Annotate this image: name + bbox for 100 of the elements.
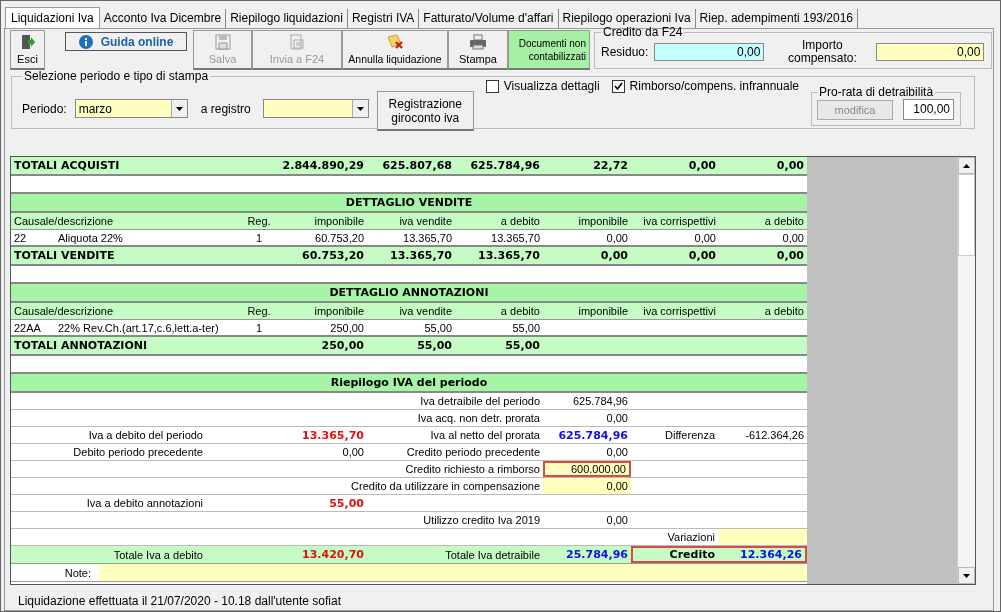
group-title: Selezione periodo e tipo di stampa xyxy=(23,69,210,83)
summary-label: Differenza xyxy=(664,428,716,443)
summary-label: Totale Iva a debito xyxy=(112,547,204,563)
table-cell-text: 60.753,20 xyxy=(314,230,365,245)
dropdown[interactable]: marzo xyxy=(74,99,188,118)
residuo-field[interactable]: 0,00 xyxy=(654,43,765,61)
total-value: 55,00 xyxy=(416,338,453,354)
summary-label: Credito xyxy=(668,548,716,561)
table-cell-text: 0,00 xyxy=(693,230,717,245)
group-title: Credito da F24 xyxy=(602,25,684,39)
total-label: TOTALI ANNOTAZIONI xyxy=(13,338,149,354)
table-cell-text: 250,00 xyxy=(329,320,365,335)
column-header: imponibile xyxy=(313,304,365,319)
table-cell-text: 13.365,70 xyxy=(490,230,541,245)
total-value: 0,00 xyxy=(775,158,805,174)
total-value: 60.753,20 xyxy=(301,248,365,264)
summary-value: 625.784,96 xyxy=(571,394,629,409)
note-field[interactable] xyxy=(99,564,807,581)
summary-value: -612.364,26 xyxy=(744,428,805,443)
column-header: a debito xyxy=(499,214,541,229)
summary-value: 13.420,70 xyxy=(301,547,365,563)
giroconto-button[interactable]: Registrazione giroconto iva xyxy=(376,91,474,131)
compensato-field[interactable]: 0,00 xyxy=(876,43,985,61)
dropdown-arrow-icon xyxy=(356,106,364,111)
toolbar-button[interactable]: Annulla liquidazione xyxy=(342,30,448,70)
table-cell-text: 0,00 xyxy=(781,230,805,245)
summary-value: 25.784,96 xyxy=(565,547,629,563)
summary-value: 12.364,26 xyxy=(739,548,803,561)
summary-label: Iva acq. non detr. prorata xyxy=(416,411,541,426)
total-value: 0,00 xyxy=(599,248,629,264)
total-label: TOTALI ACQUISTI xyxy=(13,158,121,174)
section-title: Riepilogo IVA del periodo xyxy=(329,375,489,391)
document-icon xyxy=(289,34,305,50)
total-value: 13.365,70 xyxy=(477,248,541,264)
document-cross-icon xyxy=(386,34,404,50)
column-header: iva vendite xyxy=(398,304,453,319)
checkbox[interactable]: Rimborso/compens. infrannuale xyxy=(611,79,799,93)
total-value: 250,00 xyxy=(320,338,365,354)
dropdown-arrow-icon xyxy=(175,106,183,111)
scroll-up-button[interactable] xyxy=(958,157,975,174)
scroll-thumb[interactable] xyxy=(958,174,975,256)
column-header: a debito xyxy=(499,304,541,319)
toolbar-button[interactable]: Stampa xyxy=(448,30,508,70)
summary-value: 0,00 xyxy=(341,445,365,460)
total-label: TOTALI VENDITE xyxy=(13,248,116,264)
down-arrow-icon xyxy=(963,573,971,578)
summary-label: Iva a debito del periodo xyxy=(87,428,204,443)
info-icon xyxy=(78,34,93,49)
summary-label: Credito richiesto a rimborso xyxy=(404,462,541,477)
summary-label: Iva al netto del prorata xyxy=(429,428,541,443)
door-icon xyxy=(20,34,35,50)
documents-button[interactable]: Documenti non contabilizzati xyxy=(508,30,590,70)
column-header: iva corrispettivi xyxy=(642,214,717,229)
dropdown[interactable] xyxy=(262,99,369,118)
check-mark-icon xyxy=(613,82,623,90)
table-cell-text: 1 xyxy=(254,230,264,245)
summary-label: Credito periodo precedente xyxy=(405,445,541,460)
field-label: Importo compensato: xyxy=(787,39,858,65)
total-value: 0,00 xyxy=(687,158,717,174)
table-cell-text: 55,00 xyxy=(423,320,453,335)
field-label: Residuo: xyxy=(601,45,649,59)
summary-value: 625.784,96 xyxy=(557,427,629,443)
printer-icon xyxy=(469,34,487,50)
help-button[interactable]: Guida online xyxy=(65,32,187,51)
field-label: a registro xyxy=(200,102,251,116)
summary-value: 13.365,70 xyxy=(301,427,365,443)
total-value: 0,00 xyxy=(687,248,717,264)
total-value: 55,00 xyxy=(504,338,541,354)
column-header: imponibile xyxy=(313,214,365,229)
total-value: 0,00 xyxy=(775,248,805,264)
column-header: Reg. xyxy=(246,304,272,319)
summary-value: 0,00 xyxy=(605,513,629,528)
total-value: 625.784,96 xyxy=(469,158,541,174)
column-header: iva corrispettivi xyxy=(642,304,717,319)
tab[interactable]: Liquidazioni Iva xyxy=(5,7,100,28)
up-arrow-icon xyxy=(963,163,971,168)
checkbox[interactable]: Visualizza dettagli xyxy=(485,79,600,93)
column-header: imponibile xyxy=(577,304,629,319)
summary-value: 600.000,00 xyxy=(543,461,631,477)
total-value: 13.365,70 xyxy=(389,248,453,264)
summary-label: Totale Iva detraibile xyxy=(444,547,541,563)
section-title: DETTAGLIO VENDITE xyxy=(344,195,474,211)
table-cell-text: 55,00 xyxy=(511,320,541,335)
section-title: DETTAGLIO ANNOTAZIONI xyxy=(328,285,490,301)
summary-value: 0,00 xyxy=(543,478,631,494)
input-field[interactable] xyxy=(719,529,807,545)
scroll-down-button[interactable] xyxy=(958,567,975,584)
status-text: Liquidazione effettuata il 21/07/2020 - 10.18 dall'utente sofiat xyxy=(18,594,342,608)
summary-value: 55,00 xyxy=(328,495,365,511)
table-cell-text: 0,00 xyxy=(605,230,629,245)
table-cell-text: 22 xyxy=(14,231,28,244)
summary-label: Iva a debito annotazioni xyxy=(85,496,204,511)
column-header: Causale/descrizione xyxy=(13,214,115,229)
table-cell-text: 1 xyxy=(254,320,264,335)
summary-label: Variazioni xyxy=(666,530,716,545)
toolbar-button[interactable]: Esci xyxy=(10,30,45,70)
group-title: Pro-rata di detraibilità xyxy=(818,85,935,99)
summary-value: 0,00 xyxy=(605,411,629,426)
total-value: 22,72 xyxy=(592,158,629,174)
prorata-field[interactable]: 100,00 xyxy=(903,99,954,120)
